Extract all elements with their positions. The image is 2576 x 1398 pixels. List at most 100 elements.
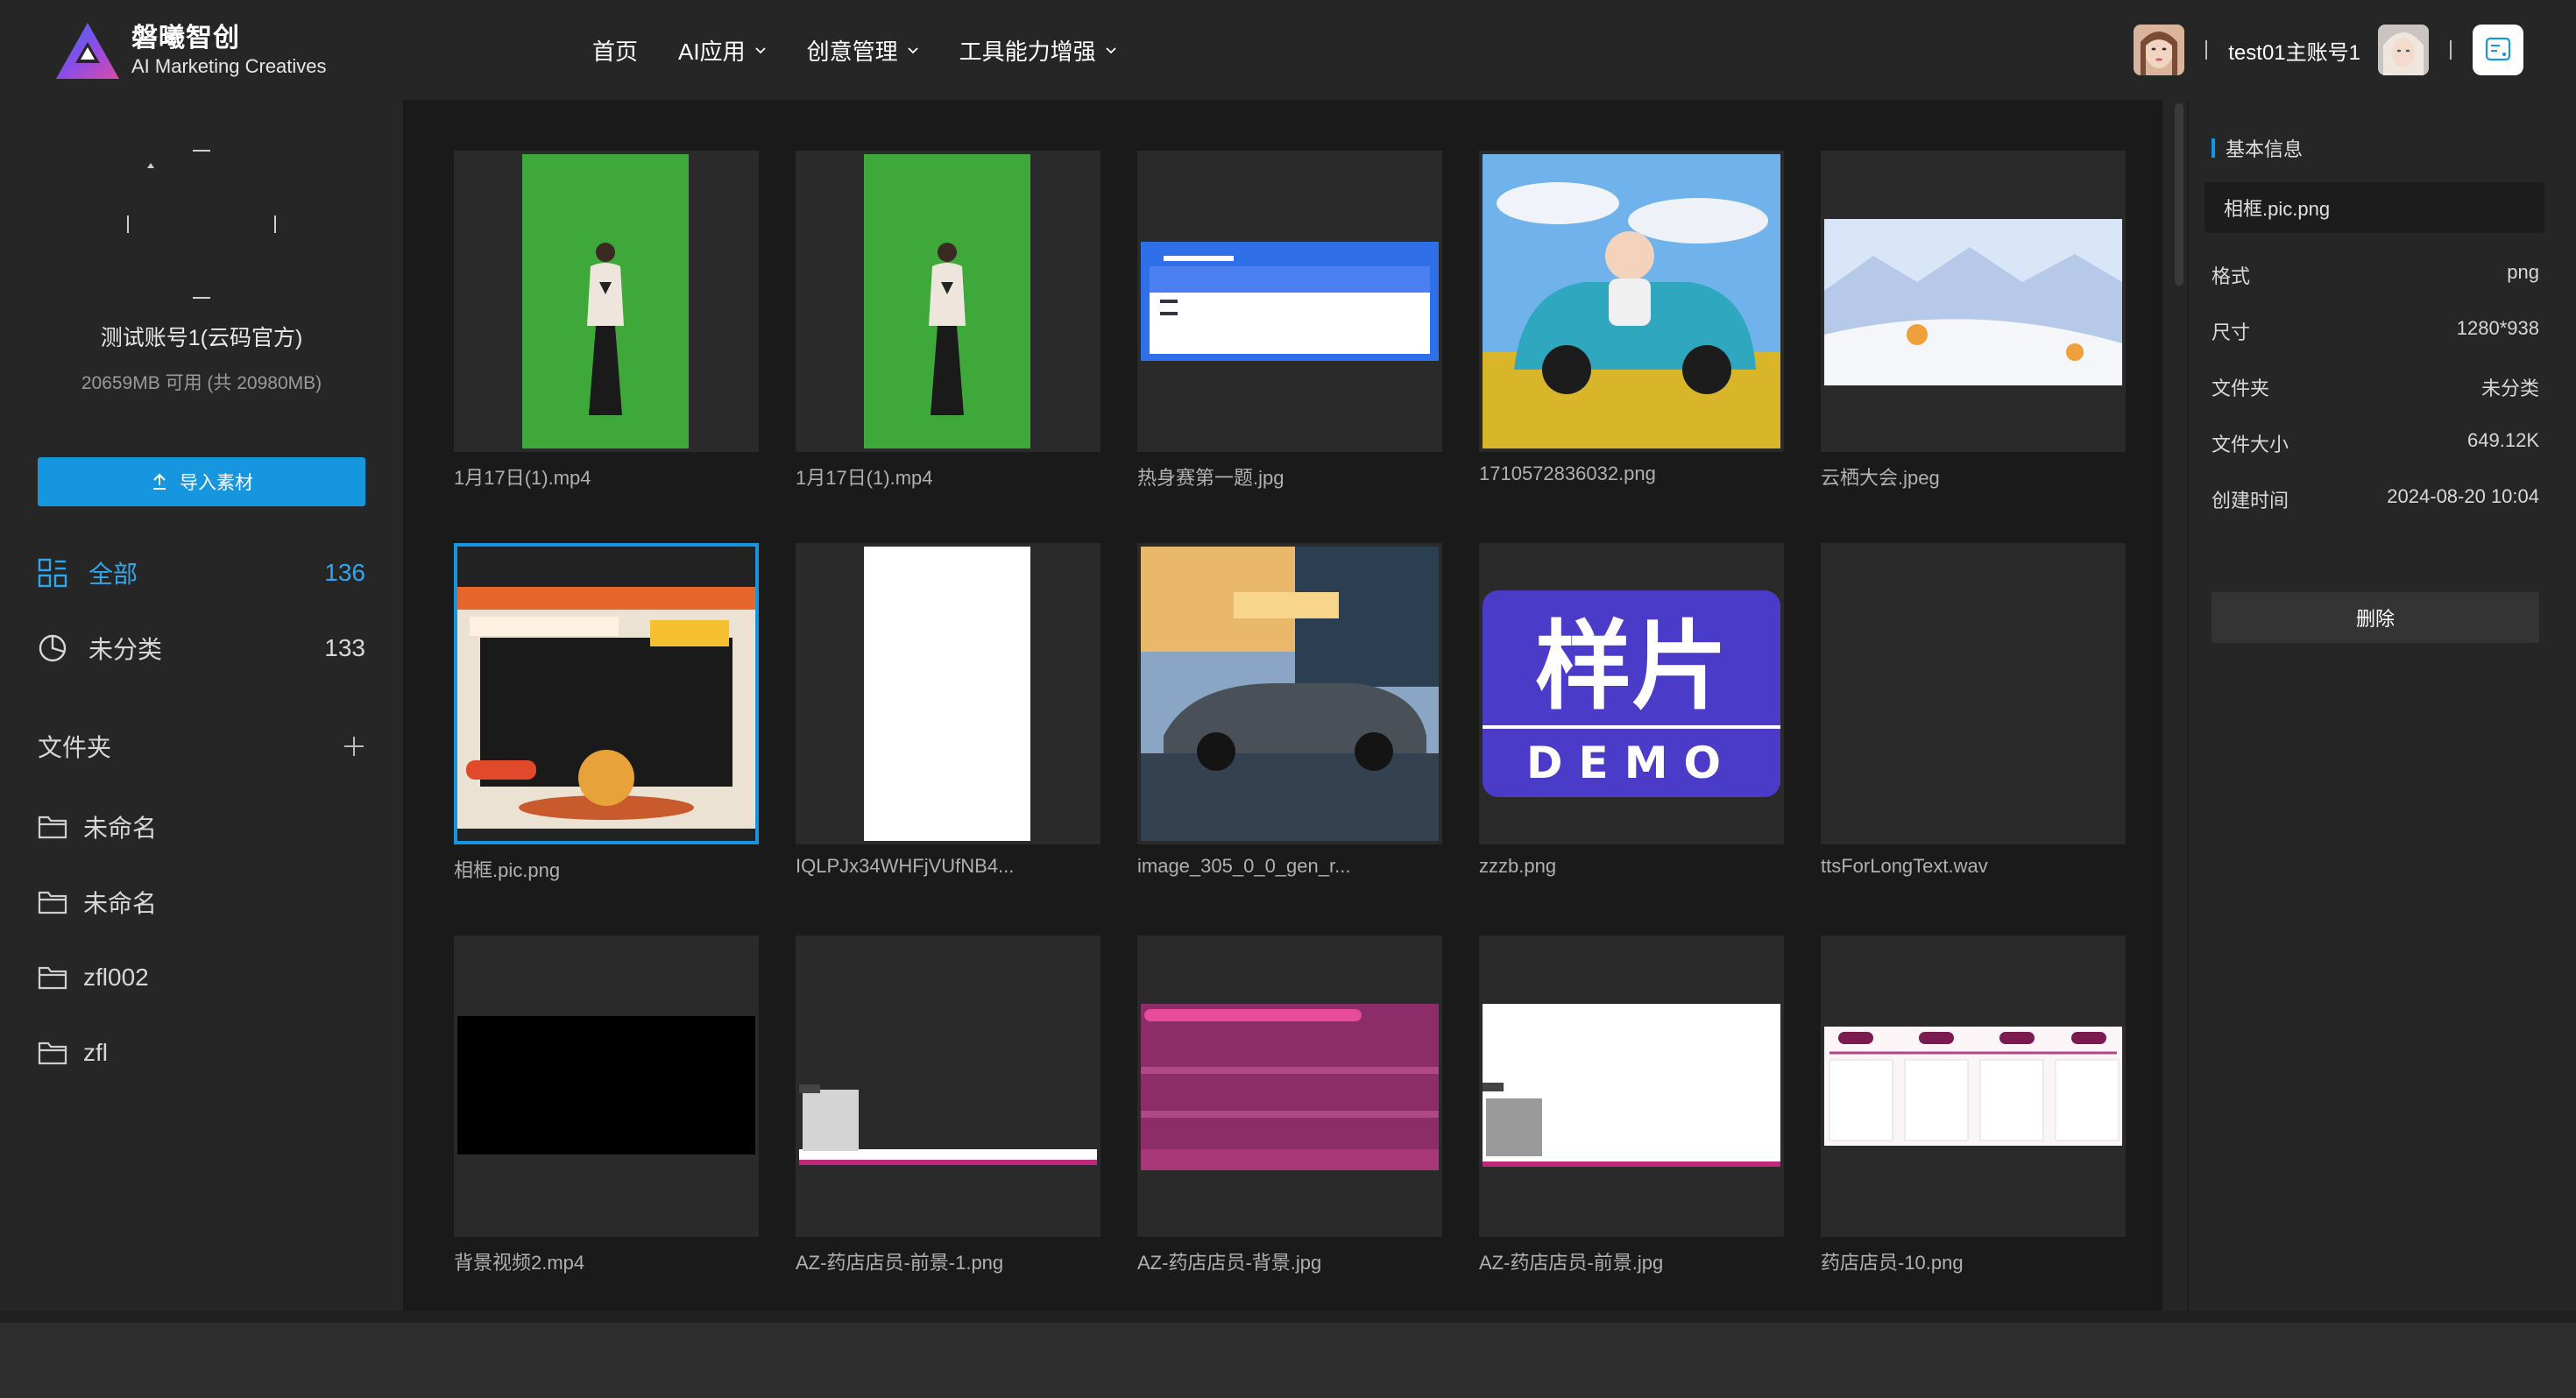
frame-thumbnail xyxy=(457,547,755,841)
import-material-button[interactable]: 导入素材 xyxy=(38,457,365,506)
bottom-bar xyxy=(0,1310,2576,1398)
prop-key: 文件夹 xyxy=(2212,378,2270,399)
file-card-selected[interactable]: 相框.pic.png xyxy=(454,543,759,883)
nav-ai-apps[interactable]: AI应用 xyxy=(678,34,767,67)
demo-cn-text: 样片 xyxy=(1535,611,1728,723)
file-card[interactable]: 1月17日(1).mp4 xyxy=(796,151,1100,491)
image-thumbnail xyxy=(796,936,1100,1237)
material-grid: 1月17日(1).mp4 1月17日(1).mp4 热身赛第一题.jpg 171… xyxy=(403,100,2162,1310)
brand-logo[interactable]: 磐曦智创 AI Marketing Creatives xyxy=(54,21,327,81)
file-name: 云栖大会.jpeg xyxy=(1821,467,1940,489)
brand-name-en: AI Marketing Creatives xyxy=(131,55,327,77)
nav-creative-manage-label: 创意管理 xyxy=(806,38,898,65)
prop-key: 格式 xyxy=(2212,265,2251,287)
file-card[interactable]: 1月17日(1).mp4 xyxy=(454,151,759,491)
nav-tools-label: 工具能力增强 xyxy=(959,38,1096,65)
folder-label: zfl002 xyxy=(83,964,149,991)
file-name: 1月17日(1).mp4 xyxy=(796,467,933,489)
brand-name-cn: 磐曦智创 xyxy=(131,24,240,53)
pharmacy-background-thumbnail xyxy=(1137,936,1442,1237)
user-avatar-icon xyxy=(2378,25,2429,75)
file-name-field[interactable]: 相框.pic.png xyxy=(2204,182,2544,233)
category-all[interactable]: 全部 136 xyxy=(38,552,365,594)
info-panel: 基本信息 相框.pic.png 格式 png 尺寸 1280*938 文件夹 未… xyxy=(2187,100,2576,1310)
top-header: 磐曦智创 AI Marketing Creatives 首页 AI应用 创意管理… xyxy=(0,0,2576,100)
file-name: ttsForLongText.wav xyxy=(1821,855,1988,877)
file-card[interactable]: 云栖大会.jpeg xyxy=(1821,151,2126,491)
folder-item[interactable]: zfl xyxy=(38,1034,365,1072)
chat-help-icon xyxy=(2485,37,2511,61)
chevron-down-icon xyxy=(754,47,766,54)
file-name: AZ-药店店员-前景.jpg xyxy=(1479,1252,1664,1274)
file-card[interactable]: IQLPJx34WHFjVUfNB4... xyxy=(796,543,1100,878)
info-title-label: 基本信息 xyxy=(2226,138,2304,160)
image-thumbnail xyxy=(1821,151,2126,452)
file-card[interactable]: AZ-药店店员-前景-1.png xyxy=(796,936,1100,1275)
file-name: AZ-药店店员-前景-1.png xyxy=(796,1252,1004,1274)
grid-scrollbar[interactable] xyxy=(2175,103,2183,286)
chevron-down-icon xyxy=(907,47,918,54)
prop-value: 1280*938 xyxy=(2456,317,2539,339)
nav-home-label: 首页 xyxy=(592,38,639,65)
file-card[interactable]: 热身赛第一题.jpg xyxy=(1137,151,1442,491)
nav-creative-manage[interactable]: 创意管理 xyxy=(807,34,919,67)
category-uncategorized-label: 未分类 xyxy=(88,636,163,663)
greenscreen-person-thumbnail xyxy=(796,151,1100,452)
nav-home[interactable]: 首页 xyxy=(592,34,638,67)
image-thumbnail xyxy=(1137,936,1442,1237)
pharmacy-foreground-thumbnail xyxy=(796,936,1100,1237)
video-thumbnail xyxy=(454,151,759,452)
file-card[interactable]: 药店店员-10.png xyxy=(1821,936,2126,1275)
folder-label: 未命名 xyxy=(83,815,158,842)
file-name: 相框.pic.png xyxy=(454,859,561,881)
folder-icon xyxy=(38,816,67,839)
image-thumbnail xyxy=(1137,543,1442,844)
file-name: 药店店员-10.png xyxy=(1821,1252,1964,1274)
prop-value: 2024-08-20 10:04 xyxy=(2387,485,2539,507)
file-card[interactable]: AZ-药店店员-前景.jpg xyxy=(1479,936,1784,1275)
digital-human-avatar[interactable] xyxy=(2134,25,2185,75)
user-area: test01主账号1 xyxy=(2134,23,2523,77)
folder-item[interactable]: 未命名 xyxy=(38,883,365,921)
file-card[interactable]: 1710572836032.png xyxy=(1479,151,1784,485)
sidebar: 测试账号1(云码官方) 20659MB 可用 (共 20980MB) 导入素材 … xyxy=(0,100,403,1310)
prop-value: 未分类 xyxy=(2480,378,2539,399)
file-card[interactable]: 背景视频2.mp4 xyxy=(454,936,759,1275)
file-card[interactable]: 样片 DEMO zzzb.png xyxy=(1479,543,1784,878)
file-name: 背景视频2.mp4 xyxy=(454,1252,585,1274)
separator xyxy=(2450,40,2452,60)
baby-on-car-thumbnail xyxy=(1479,151,1784,452)
nav-tools[interactable]: 工具能力增强 xyxy=(959,34,1117,67)
folder-item[interactable]: zfl002 xyxy=(38,958,365,997)
delete-button[interactable]: 删除 xyxy=(2212,592,2539,643)
user-avatar[interactable] xyxy=(2378,25,2429,75)
folder-icon xyxy=(38,966,67,990)
file-card[interactable]: ttsForLongText.wav xyxy=(1821,543,2126,878)
message-button[interactable] xyxy=(2473,25,2523,75)
file-card[interactable]: image_305_0_0_gen_r... xyxy=(1137,543,1442,878)
prop-key: 文件大小 xyxy=(2212,434,2289,455)
folder-item[interactable]: 未命名 xyxy=(38,808,365,846)
image-thumbnail xyxy=(454,543,759,844)
folders-label: 文件夹 xyxy=(38,734,112,761)
category-uncategorized-count: 133 xyxy=(324,634,365,661)
landscape-thumbnail xyxy=(1821,151,2126,452)
info-panel-title: 基本信息 xyxy=(2212,135,2303,161)
image-thumbnail xyxy=(1479,151,1784,452)
video-thumbnail xyxy=(796,151,1100,452)
file-name: AZ-药店店员-背景.jpg xyxy=(1137,1252,1322,1274)
nav-ai-apps-label: AI应用 xyxy=(678,38,746,65)
category-uncategorized[interactable]: 未分类 133 xyxy=(38,627,365,669)
add-folder-icon[interactable] xyxy=(343,735,365,758)
folder-label: 未命名 xyxy=(83,890,158,917)
upload-icon xyxy=(153,473,166,490)
file-name: zzzb.png xyxy=(1479,855,1557,877)
image-thumbnail xyxy=(1479,936,1784,1237)
prop-value: 649.12K xyxy=(2467,429,2539,451)
image-thumbnail xyxy=(1137,151,1442,452)
file-card[interactable]: AZ-药店店员-背景.jpg xyxy=(1137,936,1442,1275)
image-thumbnail xyxy=(796,543,1100,844)
user-name[interactable]: test01主账号1 xyxy=(2228,35,2360,66)
black-video-thumbnail xyxy=(454,936,759,1237)
pharmacy-white-thumbnail xyxy=(1479,936,1784,1237)
